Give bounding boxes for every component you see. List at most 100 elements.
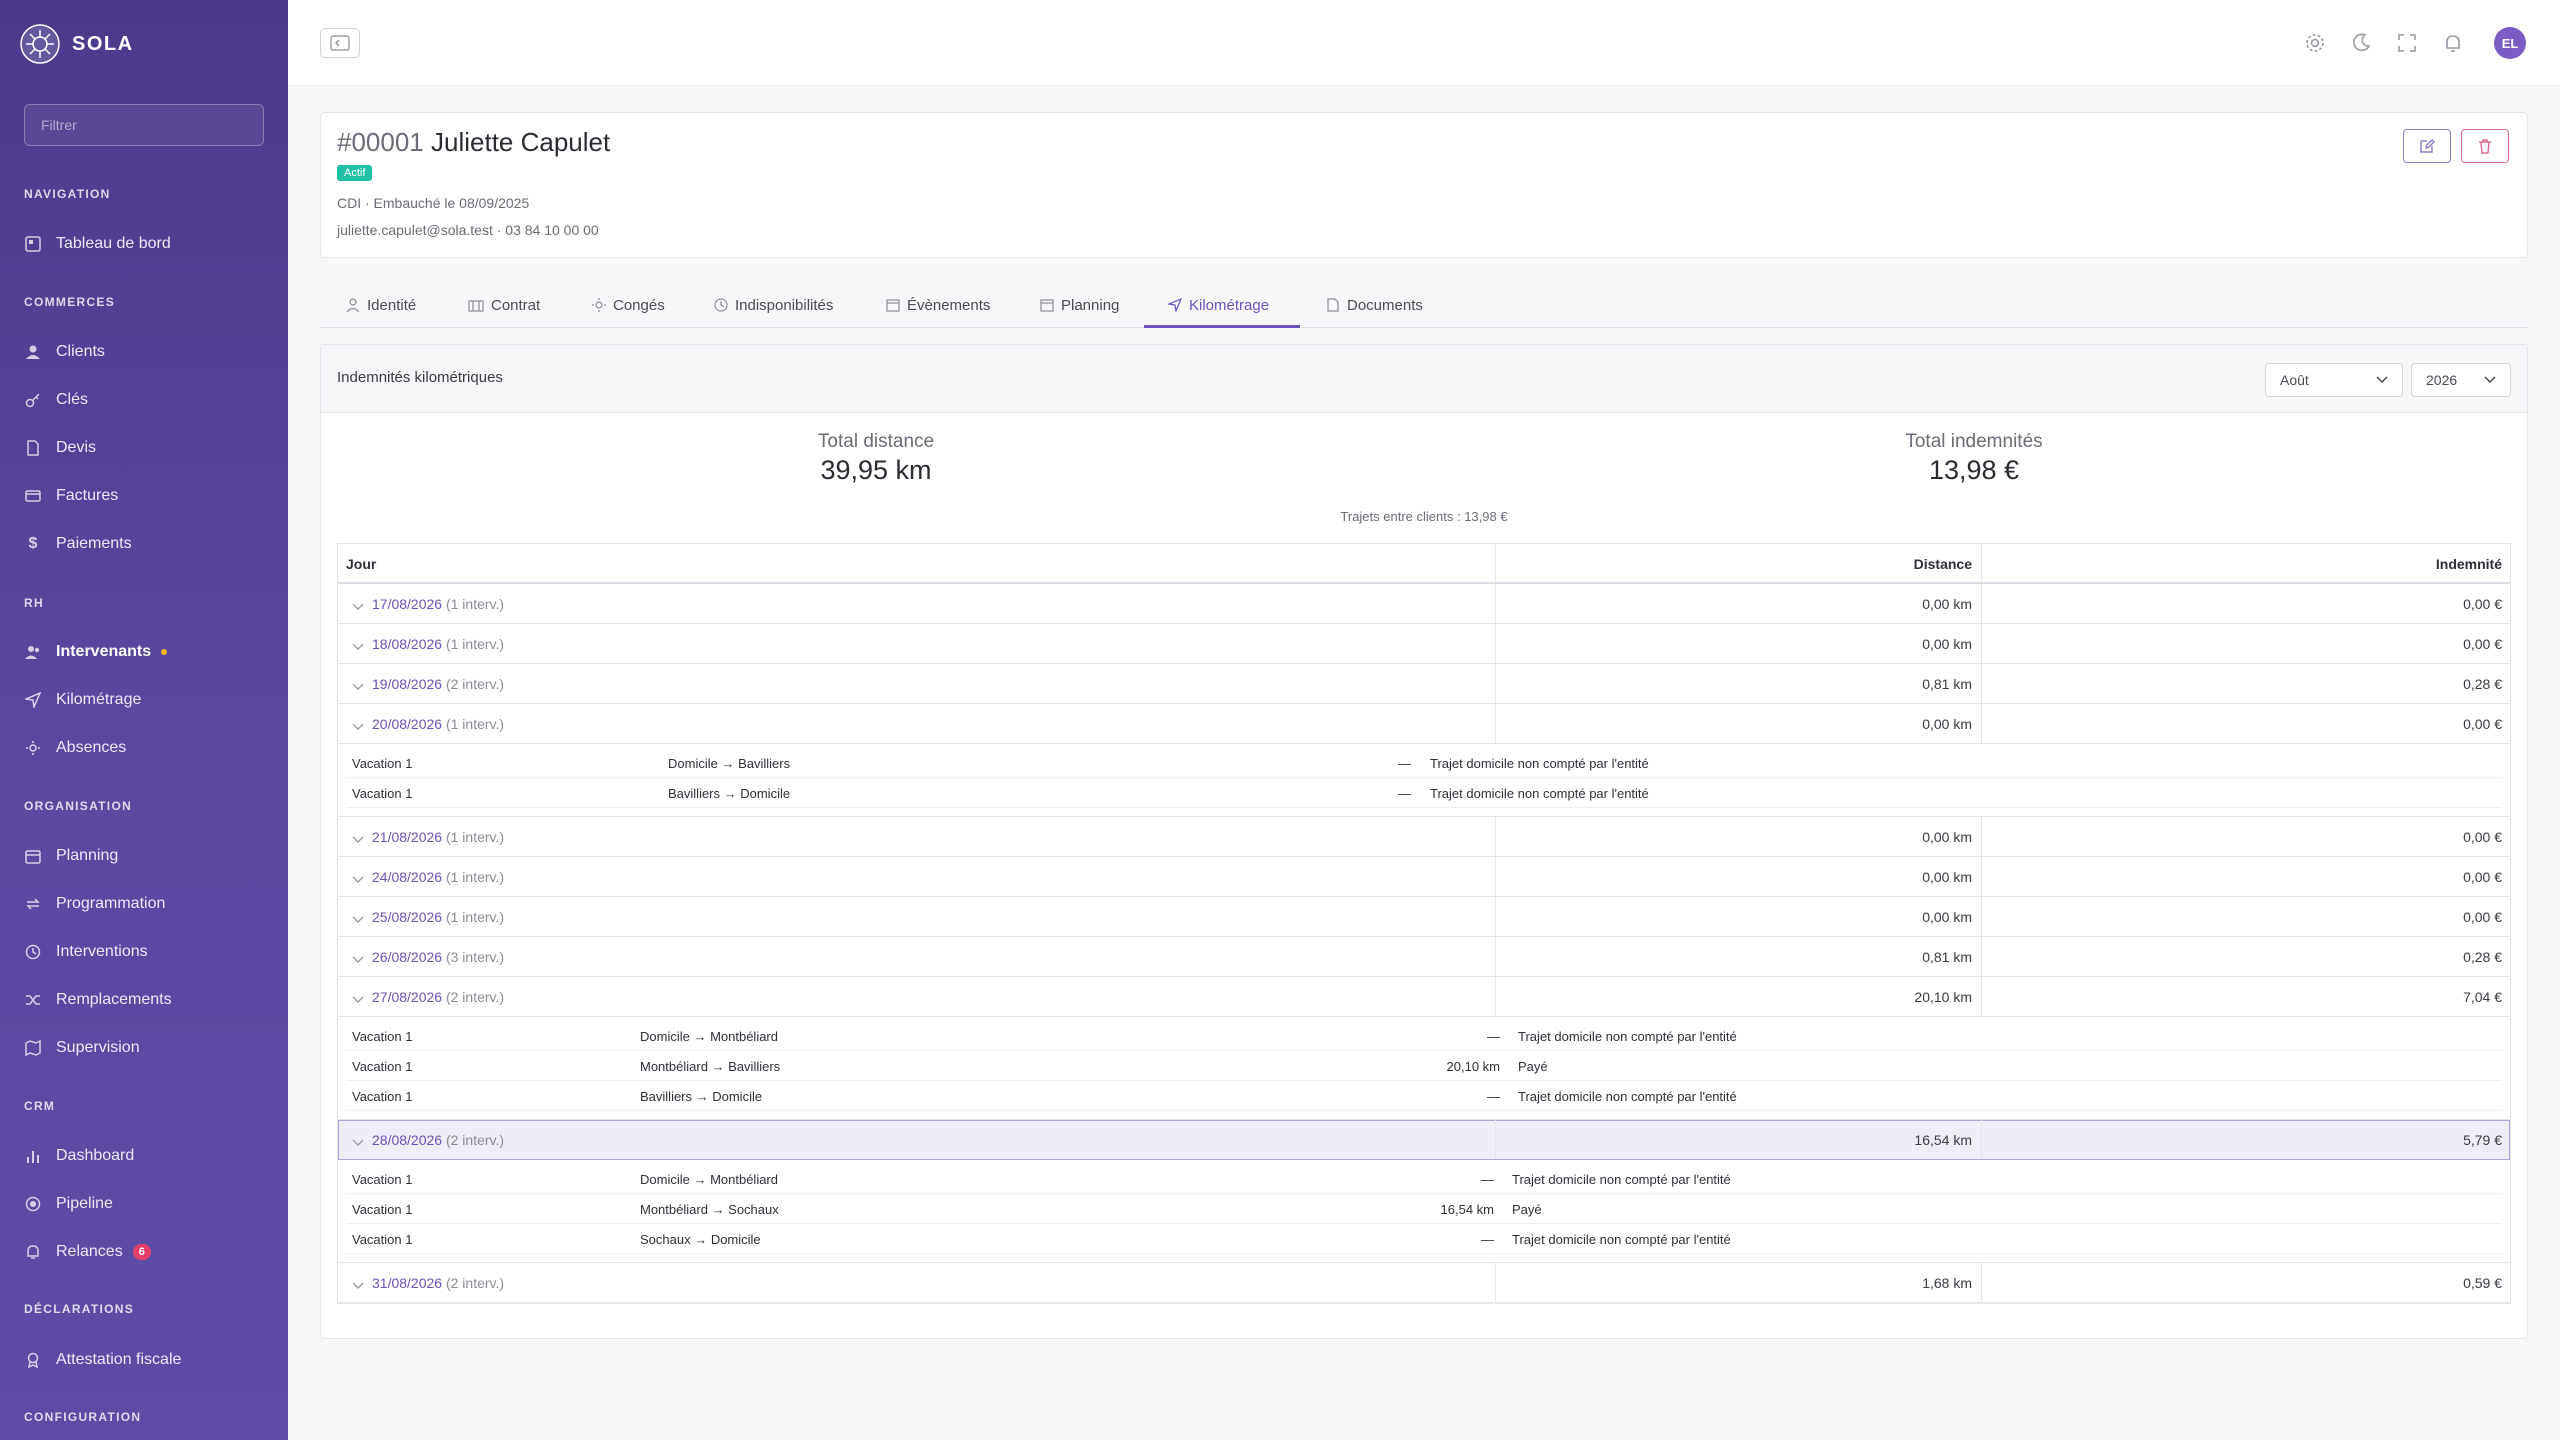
tab-contrat[interactable]: Contrat	[468, 282, 540, 328]
chevron-down-icon[interactable]	[352, 638, 364, 654]
sidebar-item-planning[interactable]: Planning	[24, 838, 274, 874]
table-row[interactable]: 0,00 km 0,00 € 17/08/2026 (1 interv.)	[338, 584, 2510, 624]
row-day-cell[interactable]: 21/08/2026 (1 interv.)	[372, 829, 504, 845]
row-date[interactable]: 26/08/2026	[372, 949, 442, 965]
row-day-cell[interactable]: 24/08/2026 (1 interv.)	[372, 869, 504, 885]
chevron-down-icon[interactable]	[352, 991, 364, 1007]
row-distance: 0,00 km	[1922, 869, 1972, 885]
trip-vacation: Vacation 1	[352, 1172, 413, 1187]
row-day-cell[interactable]: 31/08/2026 (2 interv.)	[372, 1275, 504, 1291]
chevron-down-icon[interactable]	[352, 1134, 364, 1150]
chevron-down-icon[interactable]	[352, 718, 364, 734]
total-indemnites-label: Total indemnités	[1905, 431, 2043, 452]
sidebar-item-tableau-de-bord[interactable]: Tableau de bord	[24, 226, 274, 262]
row-day-cell[interactable]: 19/08/2026 (2 interv.)	[372, 676, 504, 692]
section-organisation: ORGANISATION	[24, 799, 133, 813]
sidebar-item-label: Attestation fiscale	[56, 1351, 182, 1368]
table-row[interactable]: 20,10 km 7,04 € 27/08/2026 (2 interv.)	[338, 977, 2510, 1017]
row-date[interactable]: 27/08/2026	[372, 989, 442, 1005]
sidebar-item-pipeline[interactable]: Pipeline	[24, 1186, 274, 1222]
row-day-cell[interactable]: 20/08/2026 (1 interv.)	[372, 716, 504, 732]
chevron-down-icon[interactable]	[352, 951, 364, 967]
sidebar-item-paiements[interactable]: $ Paiements	[24, 526, 274, 562]
total-indemnites-value: 13,98 €	[1928, 455, 2020, 485]
row-distance: 20,10 km	[1914, 989, 1972, 1005]
chevron-down-icon[interactable]	[352, 598, 364, 614]
chevron-down-icon[interactable]	[352, 831, 364, 847]
sidebar-item-supervision[interactable]: Supervision	[24, 1030, 274, 1066]
row-date[interactable]: 21/08/2026	[372, 829, 442, 845]
chevron-down-icon[interactable]	[352, 1277, 364, 1293]
row-date[interactable]: 18/08/2026	[372, 636, 442, 652]
sidebar-item-programmation[interactable]: Programmation	[24, 886, 274, 922]
row-date[interactable]: 31/08/2026	[372, 1275, 442, 1291]
table-row[interactable]: 0,00 km 0,00 € 18/08/2026 (1 interv.)	[338, 624, 2510, 664]
sidebar-item-clients[interactable]: Clients	[24, 334, 274, 370]
row-day-cell[interactable]: 18/08/2026 (1 interv.)	[372, 636, 504, 652]
sidebar-item-interventions[interactable]: Interventions	[24, 934, 274, 970]
tab-indisponibilites[interactable]: Indisponibilités	[714, 282, 833, 328]
table-row[interactable]: 0,00 km 0,00 € 20/08/2026 (1 interv.)	[338, 704, 2510, 744]
row-day-cell[interactable]: 25/08/2026 (1 interv.)	[372, 909, 504, 925]
user-avatar[interactable]: EL	[2494, 27, 2526, 59]
tab-planning[interactable]: Planning	[1040, 282, 1119, 328]
row-day-cell[interactable]: 27/08/2026 (2 interv.)	[372, 989, 504, 1005]
settings-gear-icon[interactable]	[2304, 32, 2326, 54]
key-icon	[24, 391, 42, 409]
row-intervention-count: (1 interv.)	[445, 716, 505, 732]
row-indemnite: 0,00 €	[2463, 636, 2502, 652]
collapse-sidebar-button[interactable]	[320, 28, 360, 58]
row-date[interactable]: 24/08/2026	[372, 869, 442, 885]
delete-button[interactable]	[2461, 129, 2509, 163]
fullscreen-icon[interactable]	[2396, 32, 2418, 54]
chevron-down-icon[interactable]	[352, 911, 364, 927]
sidebar-item-dashboard[interactable]: Dashboard	[24, 1138, 274, 1174]
sidebar-filter-input[interactable]	[24, 104, 264, 146]
sidebar-item-absences[interactable]: Absences	[24, 730, 274, 766]
table-row[interactable]: 16,54 km 5,79 € 28/08/2026 (2 interv.)	[338, 1120, 2510, 1160]
row-day-cell[interactable]: 28/08/2026 (2 interv.)	[372, 1132, 504, 1148]
trip-note: Payé	[1518, 1059, 1548, 1074]
row-date[interactable]: 20/08/2026	[372, 716, 442, 732]
tab-documents[interactable]: Documents	[1326, 282, 1423, 328]
sidebar-item-intervenants[interactable]: Intervenants	[24, 634, 274, 670]
table-row[interactable]: 0,00 km 0,00 € 24/08/2026 (1 interv.)	[338, 857, 2510, 897]
edit-button[interactable]	[2403, 129, 2451, 163]
section-rh: RH	[24, 596, 44, 610]
row-date[interactable]: 19/08/2026	[372, 676, 442, 692]
year-select[interactable]: 2026	[2411, 363, 2511, 397]
sidebar-item-kilometrage[interactable]: Kilométrage	[24, 682, 274, 718]
row-intervention-count: (3 interv.)	[445, 949, 505, 965]
sidebar-item-attestation-fiscale[interactable]: Attestation fiscale	[24, 1342, 274, 1378]
sidebar-item-relances[interactable]: Relances 6	[24, 1234, 274, 1270]
chevron-down-icon[interactable]	[352, 678, 364, 694]
sidebar-item-factures[interactable]: Factures	[24, 478, 274, 514]
tab-evenements[interactable]: Évènements	[886, 282, 990, 328]
credit-card-icon	[24, 487, 42, 505]
notification-bell-icon[interactable]	[2442, 32, 2464, 54]
sidebar-item-cles[interactable]: Clés	[24, 382, 274, 418]
sidebar-item-remplacements[interactable]: Remplacements	[24, 982, 274, 1018]
trip-distance: —	[1481, 1232, 1494, 1247]
row-date[interactable]: 17/08/2026	[372, 596, 442, 612]
trip-note: Payé	[1512, 1202, 1542, 1217]
row-date[interactable]: 25/08/2026	[372, 909, 442, 925]
table-row[interactable]: 0,81 km 0,28 € 19/08/2026 (2 interv.)	[338, 664, 2510, 704]
table-row[interactable]: 0,81 km 0,28 € 26/08/2026 (3 interv.)	[338, 937, 2510, 977]
tab-conges[interactable]: Congés	[592, 282, 665, 328]
table-row[interactable]: 0,00 km 0,00 € 25/08/2026 (1 interv.)	[338, 897, 2510, 937]
row-date[interactable]: 28/08/2026	[372, 1132, 442, 1148]
moon-icon[interactable]	[2350, 32, 2372, 54]
row-day-cell[interactable]: 17/08/2026 (1 interv.)	[372, 596, 504, 612]
sidebar-item-devis[interactable]: Devis	[24, 430, 274, 466]
chevron-down-icon[interactable]	[352, 871, 364, 887]
table-row[interactable]: 0,00 km 0,00 € 21/08/2026 (1 interv.)	[338, 817, 2510, 857]
tab-kilometrage[interactable]: Kilométrage	[1168, 282, 1269, 328]
month-select[interactable]: Août	[2265, 363, 2403, 397]
status-badge: Actif	[337, 165, 373, 181]
table-row[interactable]: 1,68 km 0,59 € 31/08/2026 (2 interv.)	[338, 1263, 2510, 1303]
tab-identite[interactable]: Identité	[346, 282, 416, 328]
brand[interactable]: SOLA	[20, 24, 134, 64]
row-day-cell[interactable]: 26/08/2026 (3 interv.)	[372, 949, 504, 965]
trip-note: Trajet domicile non compté par l'entité	[1512, 1172, 1731, 1187]
